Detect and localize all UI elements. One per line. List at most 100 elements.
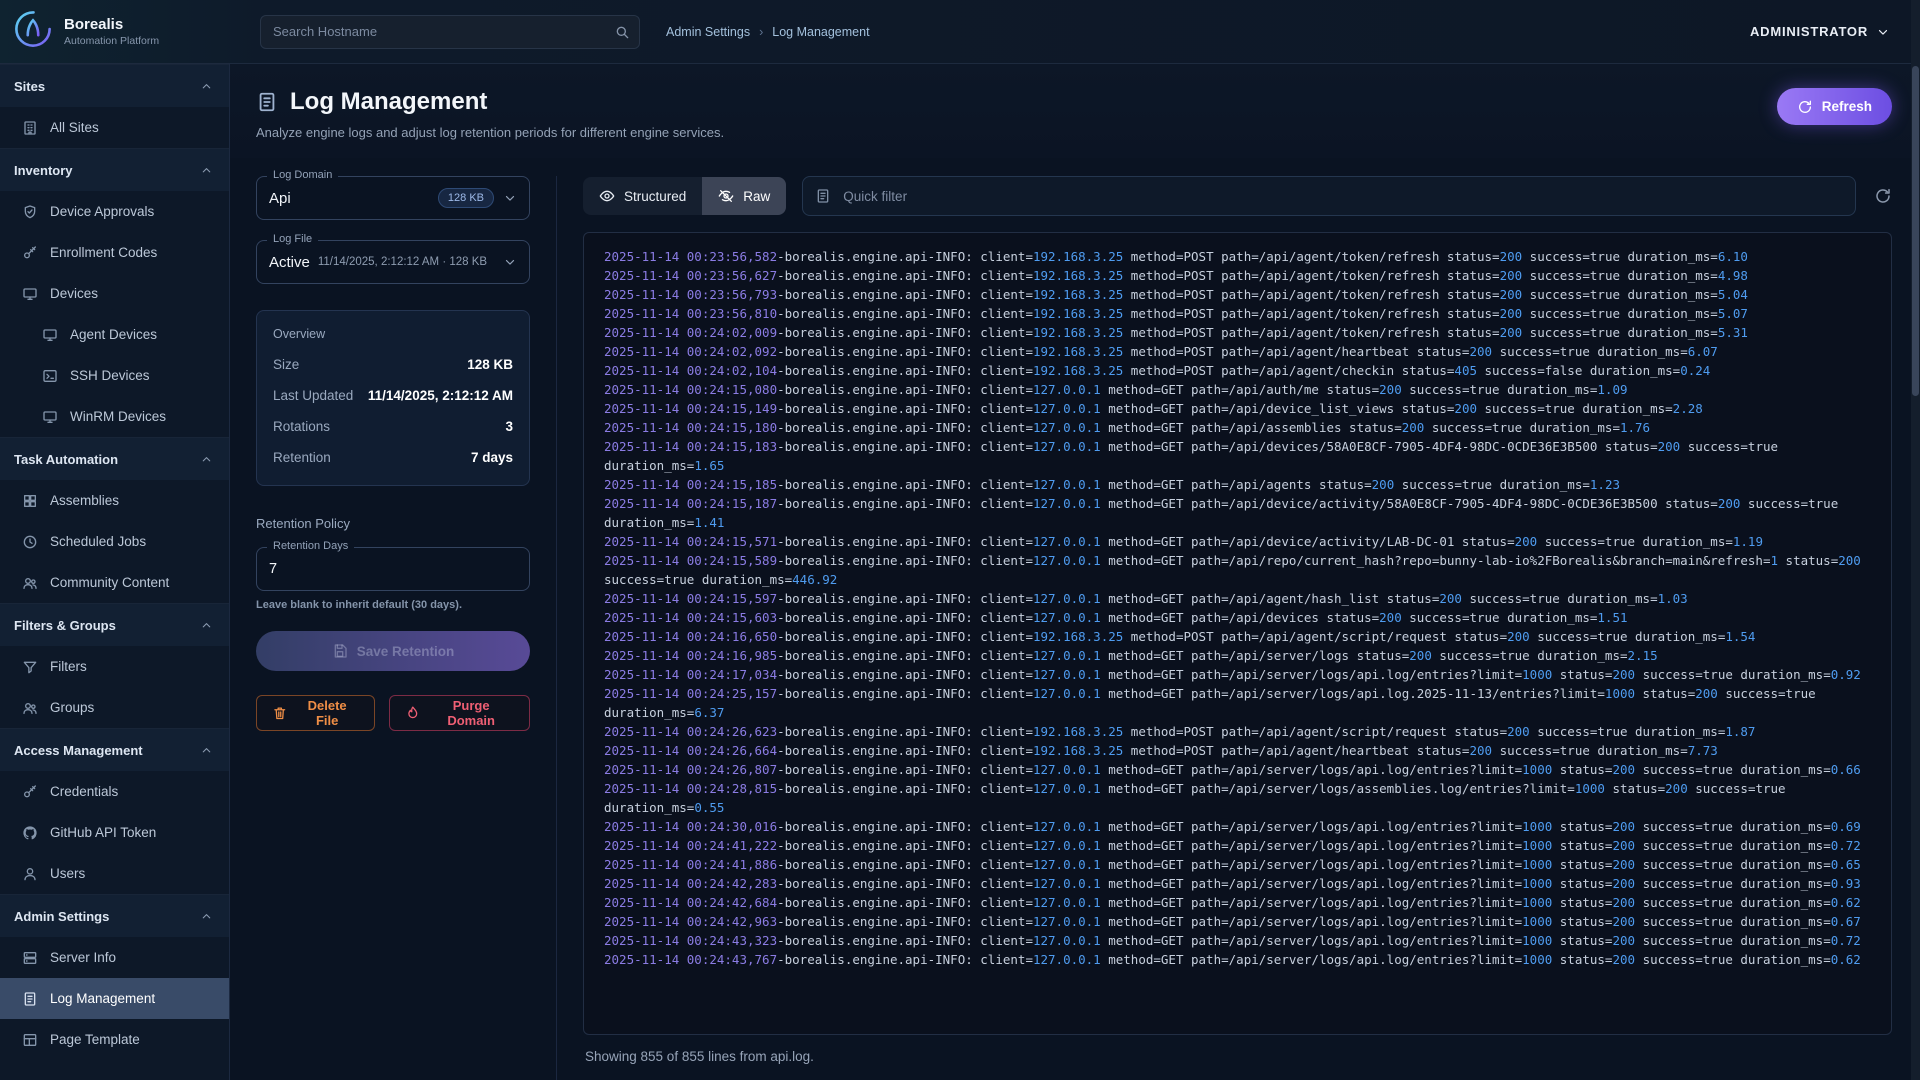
sidebar-item-agent-devices[interactable]: Agent Devices [0,314,229,355]
page-header: Log Management Analyze engine logs and a… [230,64,1920,158]
retention-hint: Leave blank to inherit default (30 days)… [256,599,530,611]
file-text-icon [22,991,38,1007]
chevron-down-icon [503,255,517,269]
sidebar-item-devices[interactable]: Devices [0,273,229,314]
log-file-value: Active [269,254,310,271]
log-count-status: Showing 855 of 855 lines from api.log. [583,1035,1892,1080]
retention-days-label: Retention Days [267,540,354,552]
save-retention-button[interactable]: Save Retention [256,631,530,671]
log-line: 2025-11-14 00:24:15,589-borealis.engine.… [604,551,1871,589]
sidebar-item-device-approvals[interactable]: Device Approvals [0,191,229,232]
filter-icon [22,659,38,675]
delete-file-button[interactable]: Delete File [256,695,375,731]
quick-filter [802,176,1856,216]
save-icon [332,643,348,659]
monitor-icon [22,286,38,302]
monitor-icon [42,409,58,425]
chevron-up-icon [200,910,213,923]
sidebar-item-credentials[interactable]: Credentials [0,771,229,812]
sidebar-item-enrollment-codes[interactable]: Enrollment Codes [0,232,229,273]
log-domain-value: Api [269,190,291,207]
sidebar-item-filters[interactable]: Filters [0,646,229,687]
log-output[interactable]: 2025-11-14 00:23:56,582-borealis.engine.… [583,232,1892,1035]
layout-icon [22,1032,38,1048]
viewer-toolbar: Structured Raw [583,176,1892,216]
refresh-icon [1874,187,1892,205]
sidebar-item-ssh-devices[interactable]: SSH Devices [0,355,229,396]
sidebar-section-filters-groups[interactable]: Filters & Groups [0,603,229,646]
log-file-select[interactable]: Log File Active 11/14/2025, 2:12:12 AM ·… [256,240,530,284]
log-refresh-button[interactable] [1874,187,1892,205]
sidebar-section-admin-settings[interactable]: Admin Settings [0,894,229,937]
server-icon [22,950,38,966]
log-line: 2025-11-14 00:24:15,603-borealis.engine.… [604,608,1871,627]
structured-view-button[interactable]: Structured [583,177,702,215]
retention-days-input[interactable] [269,561,517,577]
overview-row-rotations: Rotations 3 [273,419,513,434]
grid-icon [22,493,38,509]
retention-policy-heading: Retention Policy [256,516,530,531]
log-line: 2025-11-14 00:24:42,963-borealis.engine.… [604,912,1871,931]
users-icon [22,575,38,591]
sidebar-section-sites[interactable]: Sites [0,64,229,107]
log-line: 2025-11-14 00:24:15,080-borealis.engine.… [604,380,1871,399]
log-domain-label: Log Domain [267,169,338,181]
log-line: 2025-11-14 00:24:30,016-borealis.engine.… [604,817,1871,836]
key-icon [22,245,38,261]
sidebar-item-github-api-token[interactable]: GitHub API Token [0,812,229,853]
sidebar-item-scheduled-jobs[interactable]: Scheduled Jobs [0,521,229,562]
log-domain-select[interactable]: Log Domain Api 128 KB [256,176,530,220]
save-retention-label: Save Retention [357,644,455,659]
sidebar-item-page-template[interactable]: Page Template [0,1019,229,1060]
quick-filter-input[interactable] [802,176,1856,216]
log-line: 2025-11-14 00:24:26,623-borealis.engine.… [604,722,1871,741]
breadcrumb-log-management[interactable]: Log Management [772,25,869,39]
sidebar-item-all-sites[interactable]: All Sites [0,107,229,148]
sidebar-item-community-content[interactable]: Community Content [0,562,229,603]
sidebar-item-groups[interactable]: Groups [0,687,229,728]
overview-row-retention: Retention 7 days [273,450,513,465]
raw-view-button[interactable]: Raw [702,177,786,215]
log-line: 2025-11-14 00:24:41,222-borealis.engine.… [604,836,1871,855]
log-line: 2025-11-14 00:23:56,793-borealis.engine.… [604,285,1871,304]
brand[interactable]: Borealis Automation Platform [0,8,230,55]
sidebar-section-inventory[interactable]: Inventory [0,148,229,191]
breadcrumb-admin-settings[interactable]: Admin Settings [666,25,750,39]
log-line: 2025-11-14 00:24:26,664-borealis.engine.… [604,741,1871,760]
purge-domain-button[interactable]: Purge Domain [389,695,530,731]
chevron-up-icon [200,164,213,177]
log-line: 2025-11-14 00:24:15,149-borealis.engine.… [604,399,1871,418]
sidebar: SitesAll SitesInventoryDevice ApprovalsE… [0,64,230,1080]
log-line: 2025-11-14 00:23:56,582-borealis.engine.… [604,247,1871,266]
refresh-button[interactable]: Refresh [1777,88,1892,125]
log-line: 2025-11-14 00:24:41,886-borealis.engine.… [604,855,1871,874]
sidebar-item-server-info[interactable]: Server Info [0,937,229,978]
search-input[interactable] [260,15,640,49]
overview-row-last-updated: Last Updated 11/14/2025, 2:12:12 AM [273,388,513,403]
sidebar-section-access-management[interactable]: Access Management [0,728,229,771]
log-management-icon [256,91,278,113]
log-line: 2025-11-14 00:24:26,807-borealis.engine.… [604,760,1871,779]
eye-icon [599,188,615,204]
sidebar-item-assemblies[interactable]: Assemblies [0,480,229,521]
chevron-up-icon [200,453,213,466]
log-line: 2025-11-14 00:24:43,323-borealis.engine.… [604,931,1871,950]
sidebar-item-users[interactable]: Users [0,853,229,894]
brand-text: Borealis Automation Platform [64,16,159,47]
brand-subtitle: Automation Platform [64,35,159,47]
page-scrollbar-thumb[interactable] [1912,66,1919,396]
user-menu[interactable]: ADMINISTRATOR [1750,24,1890,39]
sidebar-item-winrm-devices[interactable]: WinRM Devices [0,396,229,437]
shield-check-icon [22,204,38,220]
log-line: 2025-11-14 00:24:25,157-borealis.engine.… [604,684,1871,722]
log-viewer-panel: Structured Raw [556,176,1892,1080]
sidebar-item-log-management[interactable]: Log Management [0,978,229,1019]
view-mode-toggle: Structured Raw [583,177,786,215]
log-line: 2025-11-14 00:24:15,183-borealis.engine.… [604,437,1871,475]
chevron-up-icon [200,619,213,632]
log-line: 2025-11-14 00:24:16,985-borealis.engine.… [604,646,1871,665]
page-scrollbar[interactable] [1911,0,1920,1080]
terminal-icon [42,368,58,384]
sidebar-section-task-automation[interactable]: Task Automation [0,437,229,480]
overview-title: Overview [273,327,513,341]
